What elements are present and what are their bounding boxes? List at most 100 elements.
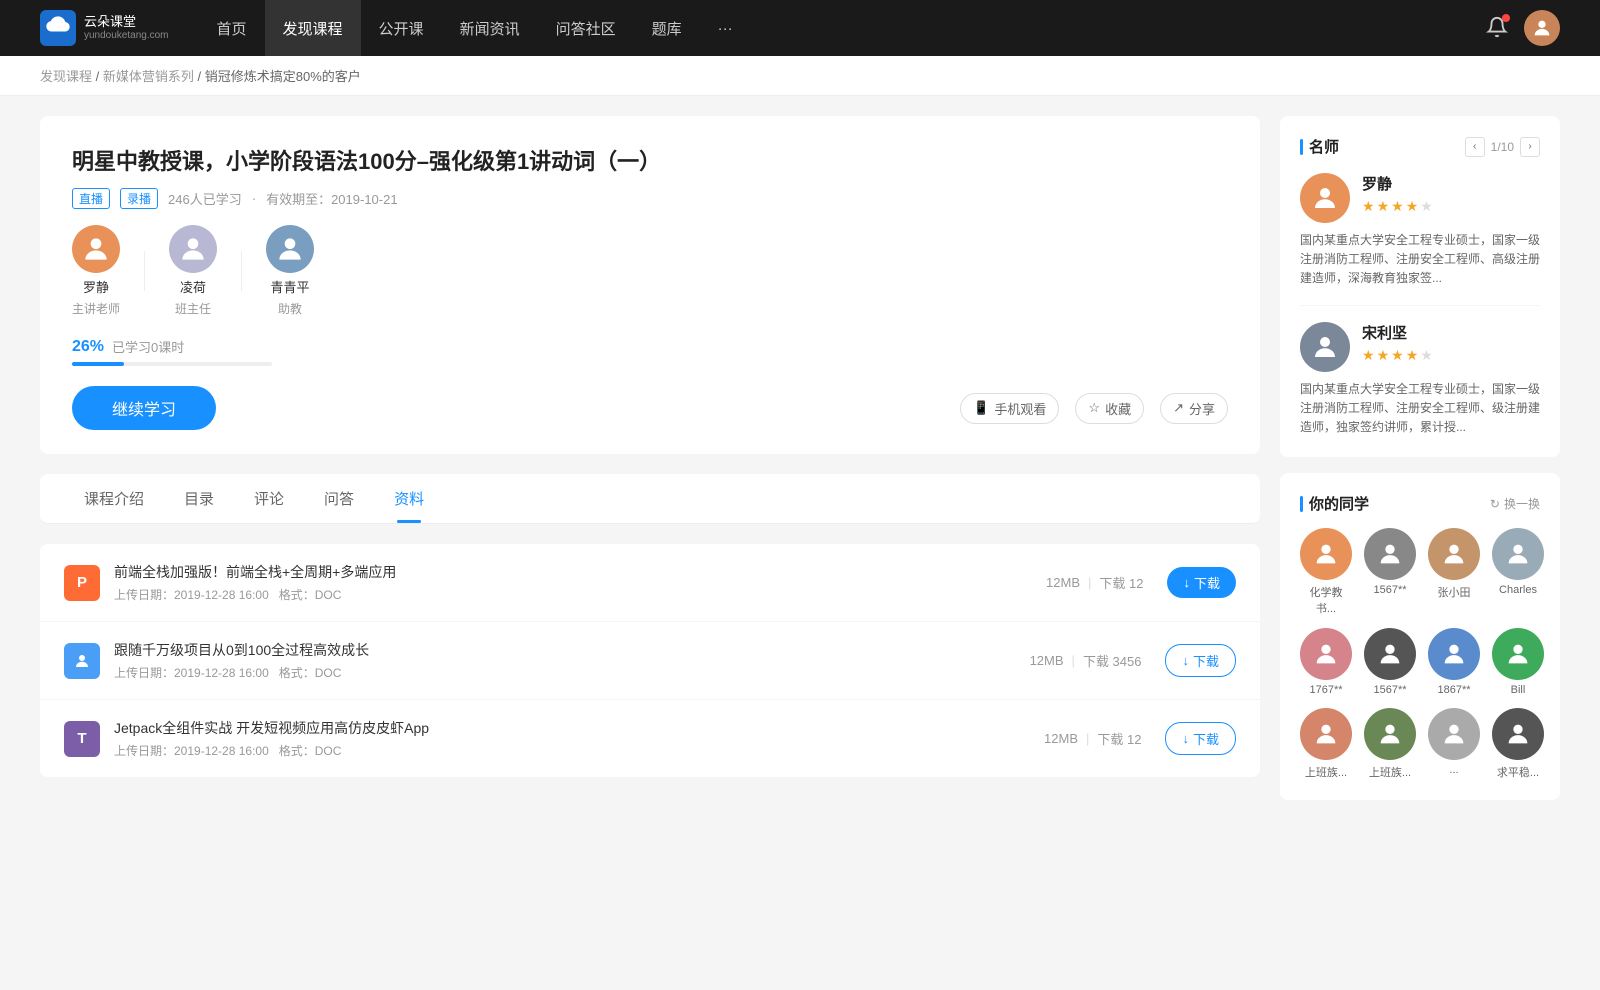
classmate-item-10: ... [1428, 708, 1480, 780]
download-label-1: 下载 [1193, 651, 1219, 670]
resource-name-0: 前端全栈加强版！前端全栈+全周期+多端应用 [114, 562, 1022, 582]
bell-button[interactable] [1486, 16, 1508, 41]
sidebar-teacher-avatar-1 [1300, 322, 1350, 372]
classmate-name-7: Bill [1511, 684, 1526, 696]
resource-item-0: P 前端全栈加强版！前端全栈+全周期+多端应用 上传日期：2019-12-28 … [40, 544, 1260, 622]
sidebar-teacher-desc-0: 国内某重点大学安全工程专业硕士，国家一级注册消防工程师、注册安全工程师、高级注册… [1300, 231, 1540, 289]
resource-downloads-0: 下载 12 [1099, 573, 1143, 592]
classmate-avatar-8[interactable] [1300, 708, 1352, 760]
star-4: ★ [1406, 198, 1419, 215]
classmates-title: 你的同学 [1300, 493, 1369, 514]
nav-discover[interactable]: 发现课程 [265, 0, 361, 56]
logo-text: 云朵课堂 yundouketang.com [84, 14, 169, 42]
favorite-button[interactable]: ☆ 收藏 [1075, 393, 1144, 424]
refresh-button[interactable]: ↻ 换一换 [1490, 495, 1540, 512]
refresh-label: 换一换 [1504, 495, 1540, 512]
nav-news[interactable]: 新闻资讯 [442, 0, 538, 56]
resource-name-2: Jetpack全组件实战 开发短视频应用高仿皮皮虾App [114, 718, 1020, 738]
user-avatar[interactable] [1524, 10, 1560, 46]
breadcrumb-home[interactable]: 发现课程 [40, 69, 92, 84]
nav-home[interactable]: 首页 [199, 0, 265, 56]
classmates-card: 你的同学 ↻ 换一换 化学教书... 1567** [1280, 473, 1560, 800]
download-icon-1: ↓ [1182, 653, 1189, 668]
classmate-name-9: 上班族... [1369, 764, 1411, 780]
teachers-row: 罗静 主讲老师 凌荷 班主任 青青平 助教 [72, 225, 1228, 317]
nav-quiz[interactable]: 题库 [634, 0, 700, 56]
tab-qa[interactable]: 问答 [304, 474, 374, 523]
download-label-2: 下载 [1193, 729, 1219, 748]
classmate-avatar-10[interactable] [1428, 708, 1480, 760]
classmate-name-2: 张小田 [1438, 584, 1471, 600]
continue-button[interactable]: 继续学习 [72, 386, 216, 430]
star-5: ★ [1420, 198, 1433, 215]
teacher-divider-1 [144, 251, 145, 291]
nav-qa[interactable]: 问答社区 [538, 0, 634, 56]
star-2: ★ [1377, 198, 1390, 215]
classmate-avatar-0[interactable] [1300, 528, 1352, 580]
teacher-pagination-label: 1/10 [1491, 140, 1514, 154]
classmate-avatar-6[interactable] [1428, 628, 1480, 680]
nav-open[interactable]: 公开课 [361, 0, 442, 56]
classmate-avatar-3[interactable] [1492, 528, 1544, 580]
classmate-item-1: 1567** [1364, 528, 1416, 616]
classmate-avatar-1[interactable] [1364, 528, 1416, 580]
classmate-avatar-5[interactable] [1364, 628, 1416, 680]
classmate-avatar-9[interactable] [1364, 708, 1416, 760]
resource-downloads-2: 下载 12 [1097, 729, 1141, 748]
sidebar-teacher-info-1: 宋利坚 ★ ★ ★ ★ ★ [1362, 322, 1433, 364]
classmate-name-10: ... [1449, 764, 1458, 776]
tab-intro[interactable]: 课程介绍 [64, 474, 164, 523]
progress-bar-fill [72, 362, 124, 366]
resource-name-1: 跟随千万级项目从0到100全过程高效成长 [114, 640, 1006, 660]
progress-bar-bg [72, 362, 272, 366]
classmate-avatar-2[interactable] [1428, 528, 1480, 580]
phone-watch-button[interactable]: 📱 手机观看 [960, 393, 1059, 424]
teacher-prev-button[interactable]: ‹ [1465, 137, 1485, 157]
teacher-name-1: 凌荷 [180, 277, 206, 296]
tab-comments[interactable]: 评论 [234, 474, 304, 523]
teacher-role-0: 主讲老师 [72, 300, 120, 317]
logo-icon [40, 10, 76, 46]
nav-more[interactable]: ··· [700, 0, 751, 56]
logo[interactable]: 云朵课堂 yundouketang.com [40, 10, 169, 46]
download-button-2[interactable]: ↓ 下载 [1165, 722, 1236, 755]
download-button-1[interactable]: ↓ 下载 [1165, 644, 1236, 677]
sidebar-teacher-stars-1: ★ ★ ★ ★ ★ [1362, 347, 1433, 364]
star-1: ★ [1362, 198, 1375, 215]
classmate-avatar-11[interactable] [1492, 708, 1544, 760]
classmate-name-6: 1867** [1437, 684, 1470, 696]
share-button[interactable]: ↗ 分享 [1160, 393, 1228, 424]
classmates-grid: 化学教书... 1567** 张小田 [1300, 528, 1540, 780]
classmate-avatar-7[interactable] [1492, 628, 1544, 680]
tab-resources[interactable]: 资料 [374, 474, 444, 523]
resource-stats-0: 12MB | 下载 12 [1046, 573, 1143, 592]
sidebar-teacher-desc-1: 国内某重点大学安全工程专业硕士，国家一级注册消防工程师、注册安全工程师、级注册建… [1300, 380, 1540, 438]
teacher-next-button[interactable]: › [1520, 137, 1540, 157]
star-5b: ★ [1420, 347, 1433, 364]
favorite-label: 收藏 [1105, 399, 1131, 418]
classmate-item-4: 1767** [1300, 628, 1352, 696]
teachers-card-header: 名师 ‹ 1/10 › [1300, 136, 1540, 157]
tab-catalog[interactable]: 目录 [164, 474, 234, 523]
resource-info-1: 跟随千万级项目从0到100全过程高效成长 上传日期：2019-12-28 16:… [114, 640, 1006, 681]
classmate-name-4: 1767** [1309, 684, 1342, 696]
course-title: 明星中教授课，小学阶段语法100分–强化级第1讲动词（一） [72, 144, 1228, 176]
download-button-0[interactable]: ↓ 下载 [1167, 567, 1236, 598]
teacher-divider-2 [241, 251, 242, 291]
valid-until: 有效期至：2019-10-21 [266, 189, 398, 208]
teacher-item-2: 青青平 助教 [266, 225, 314, 317]
breadcrumb-series[interactable]: 新媒体营销系列 [103, 69, 194, 84]
classmate-avatar-4[interactable] [1300, 628, 1352, 680]
breadcrumb: 发现课程 / 新媒体营销系列 / 销冠修炼术搞定80%的客户 [0, 56, 1600, 96]
resource-info-0: 前端全栈加强版！前端全栈+全周期+多端应用 上传日期：2019-12-28 16… [114, 562, 1022, 603]
classmates-header: 你的同学 ↻ 换一换 [1300, 493, 1540, 514]
teacher-item-1: 凌荷 班主任 [169, 225, 217, 317]
progress-label: 已学习0课时 [112, 337, 184, 356]
star-icon: ☆ [1088, 400, 1100, 416]
teacher-profile-1: 宋利坚 ★ ★ ★ ★ ★ 国内某重点大学安全工程专业硕士，国家一级注册消防工程… [1300, 322, 1540, 438]
content-area: 明星中教授课，小学阶段语法100分–强化级第1讲动词（一） 直播 录播 246人… [40, 116, 1260, 816]
resource-meta-1: 上传日期：2019-12-28 16:00 格式：DOC [114, 664, 1006, 681]
sidebar-teacher-name-0: 罗静 [1362, 173, 1433, 194]
course-meta: 直播 录播 246人已学习 · 有效期至：2019-10-21 [72, 188, 1228, 209]
phone-icon: 📱 [973, 400, 989, 416]
